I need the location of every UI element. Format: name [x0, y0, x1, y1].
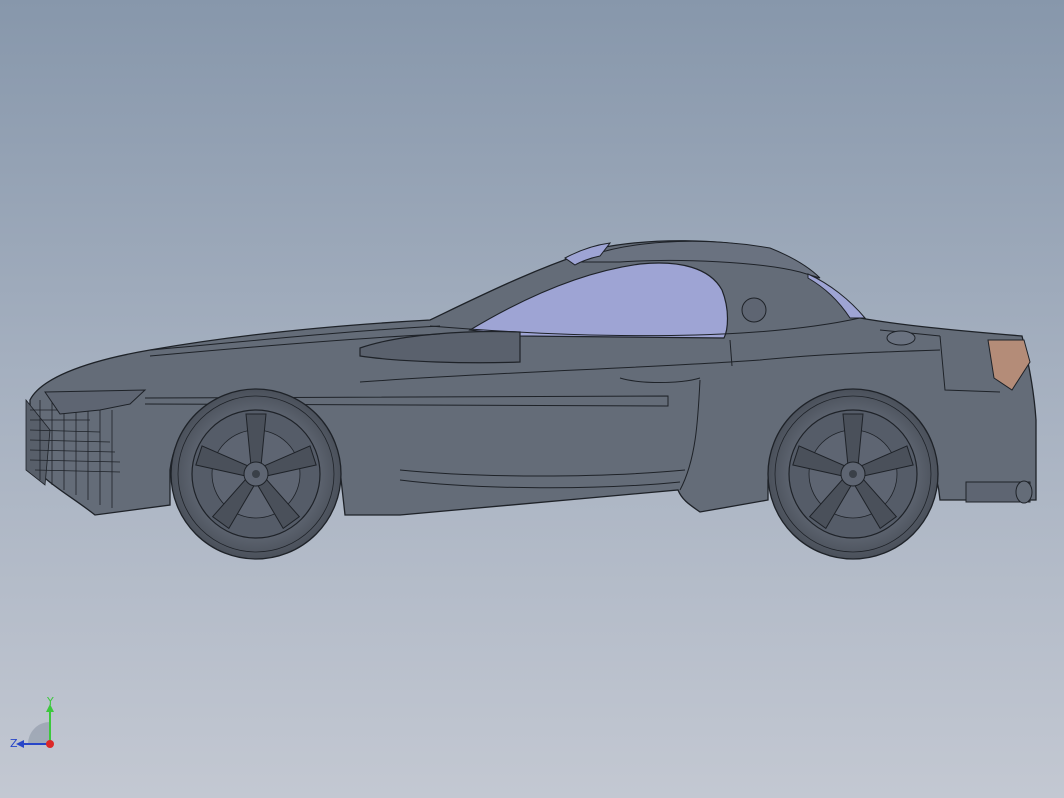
- exhaust-pipe: [965, 480, 1033, 504]
- y-axis-label: Y: [46, 696, 54, 708]
- z-axis-label: Z: [10, 737, 18, 750]
- front-wheel[interactable]: [170, 388, 342, 560]
- coordinate-triad[interactable]: Y Z: [6, 696, 66, 756]
- quarter-vent: [741, 297, 767, 323]
- fuel-cap: [886, 330, 916, 346]
- graphics-viewport[interactable]: Y Z: [0, 0, 1064, 798]
- x-axis-dot: [46, 740, 54, 748]
- car-model-side-view[interactable]: [0, 0, 1064, 798]
- triad-base: [28, 722, 50, 744]
- rear-wheel[interactable]: [767, 388, 939, 560]
